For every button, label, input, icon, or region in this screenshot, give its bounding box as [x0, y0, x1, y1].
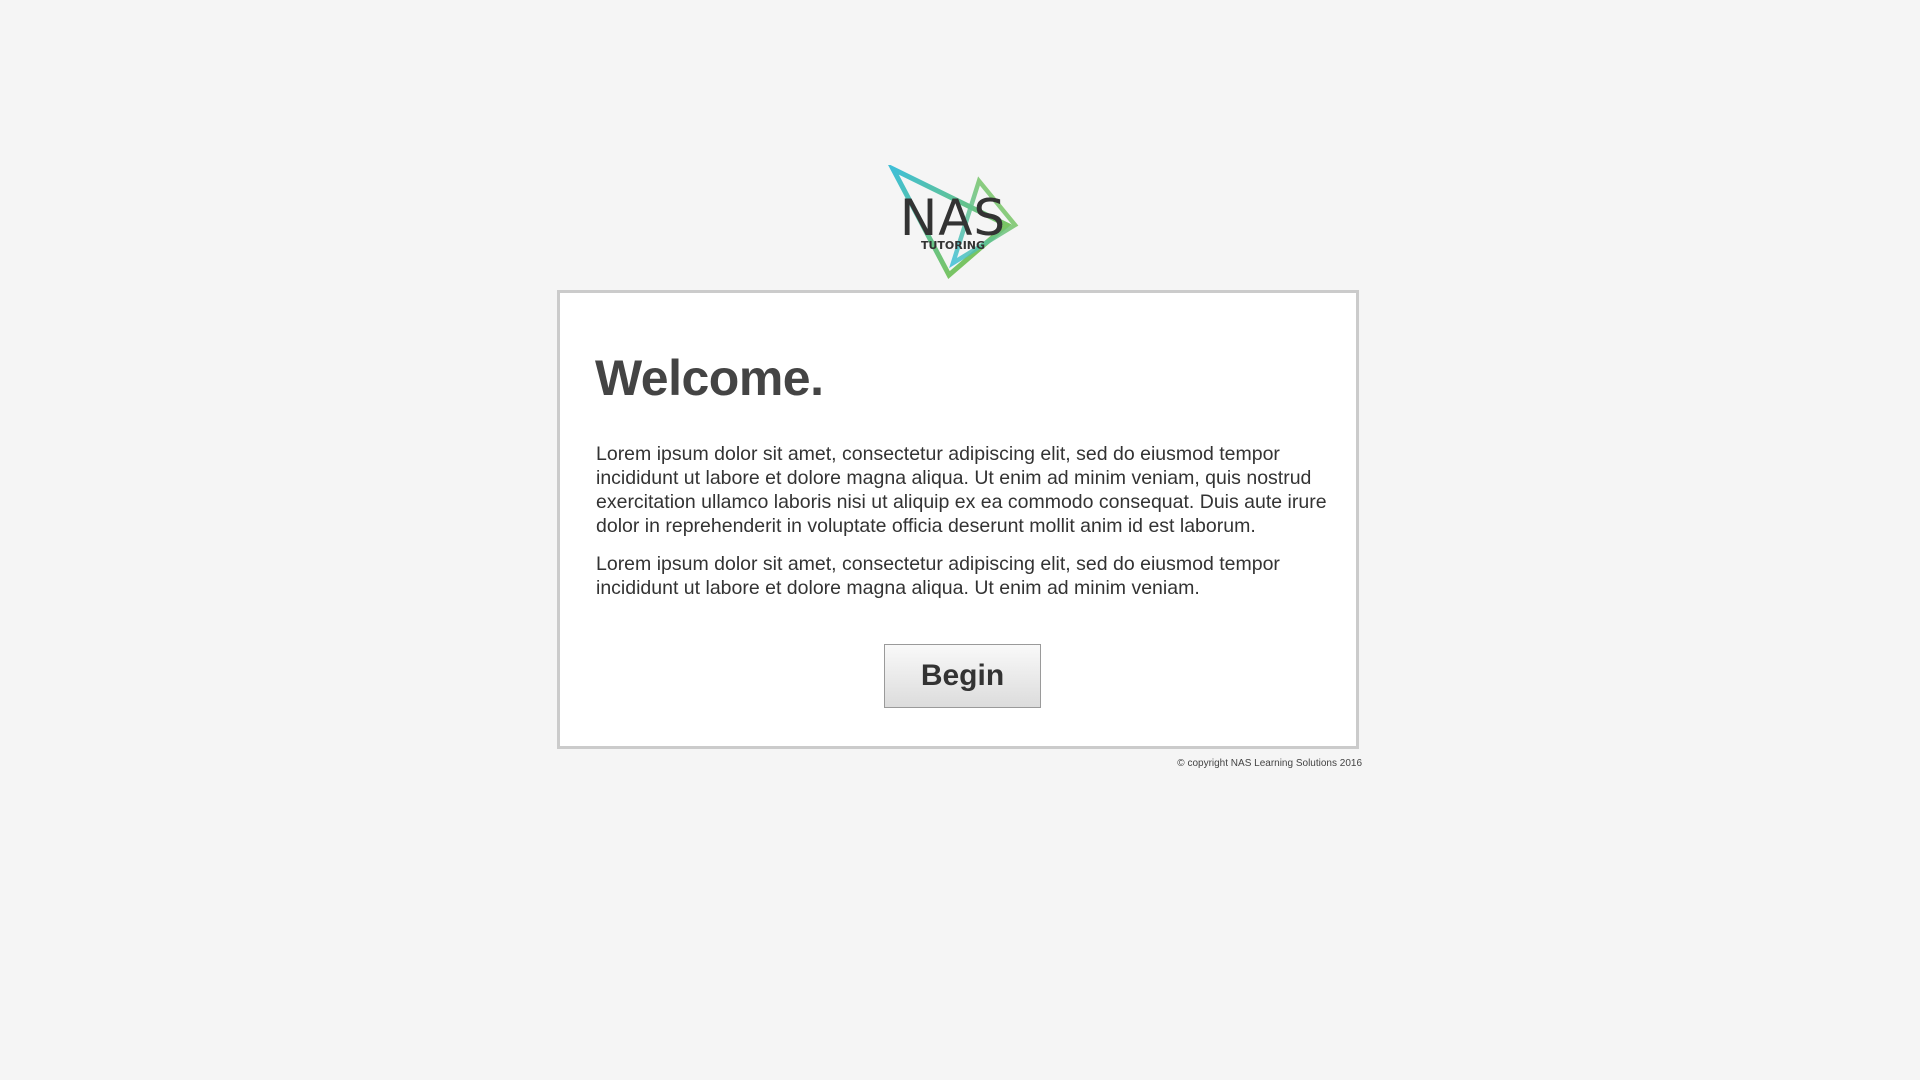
begin-button[interactable]: Begin: [884, 644, 1041, 708]
nas-tutoring-logo: NAS TUTORING: [887, 165, 1019, 280]
logo-tagline: TUTORING: [921, 239, 985, 252]
intro-paragraph-1: Lorem ipsum dolor sit amet, consectetur …: [596, 443, 1327, 537]
welcome-card: Welcome. Lorem ipsum dolor sit amet, con…: [557, 290, 1359, 749]
intro-paragraph-2: Lorem ipsum dolor sit amet, consectetur …: [596, 553, 1280, 599]
page-title: Welcome.: [595, 350, 824, 406]
copyright-notice: © copyright NAS Learning Solutions 2016: [1177, 758, 1362, 769]
page: NAS TUTORING Welcome. Lorem ipsum dolor …: [0, 0, 1920, 1080]
